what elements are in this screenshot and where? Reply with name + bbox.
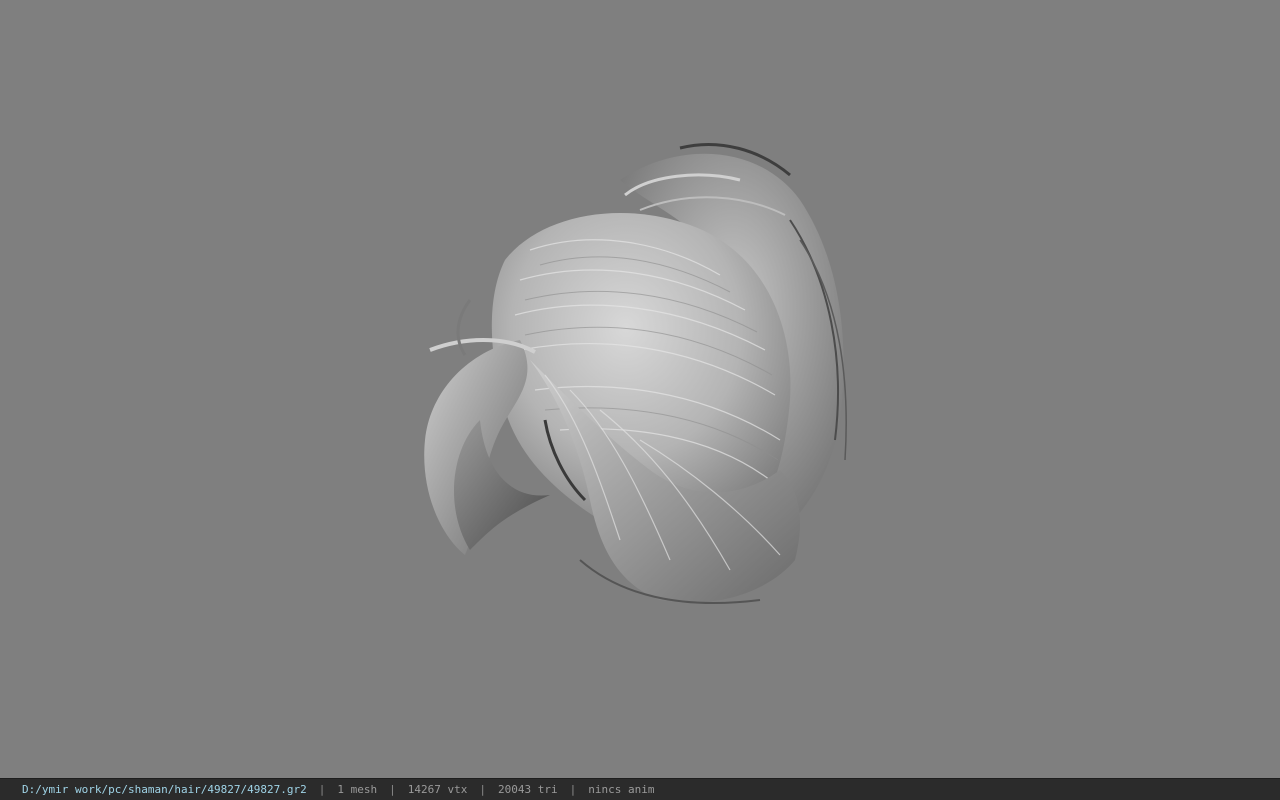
triangle-count: 20043 tri: [498, 783, 558, 796]
status-bar: D:/ymir work/pc/shaman/hair/49827/49827.…: [0, 778, 1280, 800]
hair-model-icon[interactable]: [0, 0, 1280, 778]
status-separator: |: [389, 783, 396, 796]
status-separator: |: [318, 783, 326, 796]
file-path: D:/ymir work/pc/shaman/hair/49827/49827.…: [22, 783, 307, 796]
vertex-count: 14267 vtx: [407, 783, 468, 796]
anim-status: nincs anim: [588, 783, 655, 796]
status-separator: |: [479, 783, 487, 796]
mesh-count: 1 mesh: [337, 783, 378, 796]
3d-viewport[interactable]: [0, 0, 1280, 778]
status-separator: |: [569, 783, 577, 796]
